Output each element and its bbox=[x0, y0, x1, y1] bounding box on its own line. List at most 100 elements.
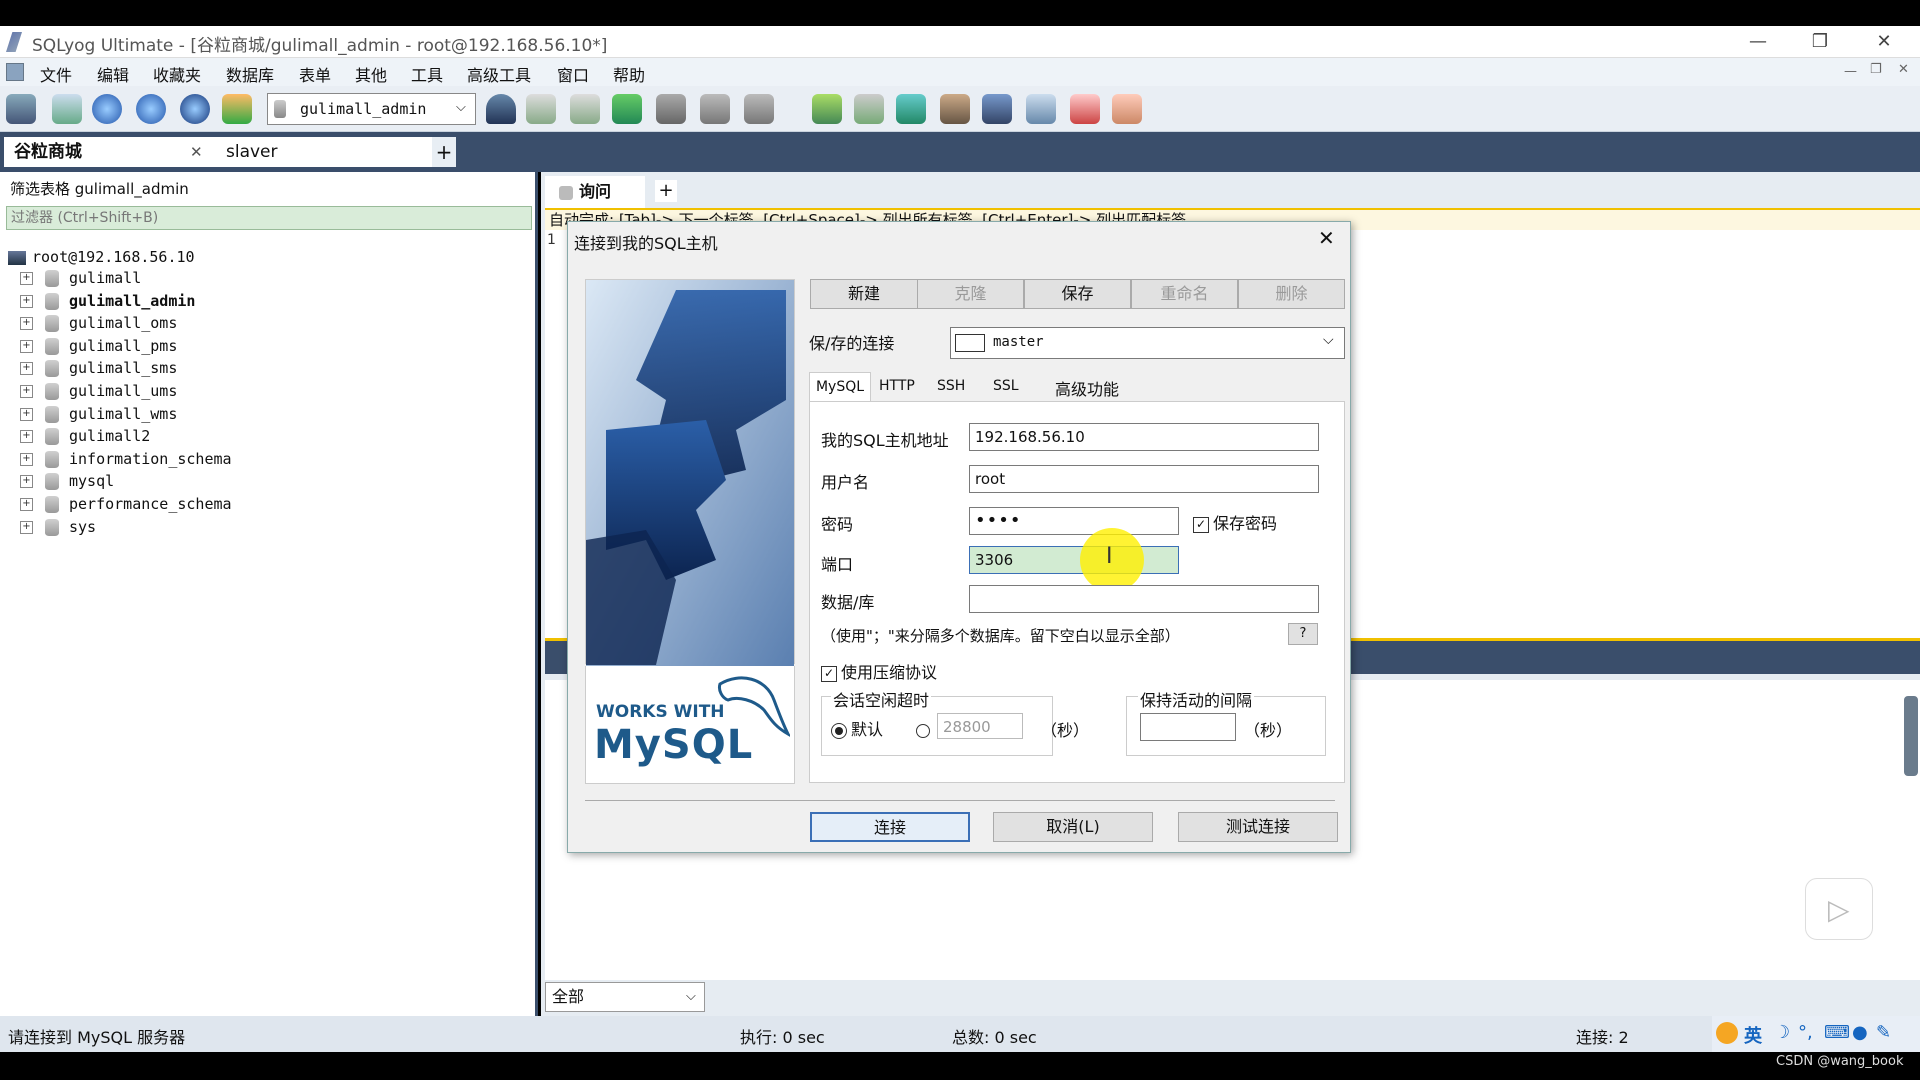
schema-icon[interactable] bbox=[744, 94, 774, 124]
connect-button[interactable]: 连接 bbox=[810, 812, 970, 842]
migration-icon[interactable] bbox=[940, 94, 970, 124]
tab-advanced[interactable]: 高级功能 bbox=[1055, 376, 1119, 400]
menu-advanced-tools[interactable]: 高级工具 bbox=[467, 62, 531, 86]
database-input[interactable] bbox=[969, 585, 1319, 613]
database-node[interactable]: + gulimall2 bbox=[20, 426, 150, 446]
grid-icon[interactable] bbox=[700, 94, 730, 124]
data-sync-icon[interactable] bbox=[896, 94, 926, 124]
database-node[interactable]: + gulimall_sms bbox=[20, 358, 177, 378]
root-node[interactable]: root@192.168.56.10 bbox=[8, 248, 195, 266]
tab-ssl[interactable]: SSL bbox=[993, 378, 1019, 394]
host-input[interactable]: 192.168.56.10 bbox=[969, 423, 1319, 451]
refresh-icon[interactable] bbox=[180, 94, 210, 124]
save-password-checkbox[interactable]: ✓ 保存密码 bbox=[1193, 510, 1277, 534]
video-play-overlay[interactable]: ▷ bbox=[1805, 878, 1873, 940]
expand-icon[interactable]: + bbox=[20, 430, 33, 444]
tab-http[interactable]: HTTP bbox=[879, 378, 915, 394]
menu-tools[interactable]: 工具 bbox=[411, 62, 443, 86]
database-node[interactable]: + information_schema bbox=[20, 449, 232, 469]
expand-icon[interactable]: + bbox=[20, 385, 33, 398]
database-select[interactable]: gulimall_admin ⌵ bbox=[267, 93, 476, 125]
default-radio[interactable]: 默认 bbox=[831, 716, 883, 740]
table-diagram-icon[interactable] bbox=[1070, 94, 1100, 124]
create-database-icon[interactable] bbox=[526, 94, 556, 124]
user-input[interactable]: root bbox=[969, 465, 1319, 493]
database-node[interactable]: + gulimall_ums bbox=[20, 381, 177, 401]
result-filter-select[interactable]: 全部 ⌵ bbox=[545, 982, 705, 1012]
tab-mysql[interactable]: MySQL bbox=[809, 372, 871, 402]
keepalive-input[interactable] bbox=[1140, 713, 1236, 741]
mdi-close-icon[interactable]: ✕ bbox=[1898, 62, 1909, 77]
rename-button[interactable]: 重命名 bbox=[1131, 279, 1238, 309]
add-query-tab-button[interactable]: + bbox=[655, 180, 677, 202]
new-query-icon[interactable] bbox=[52, 94, 82, 124]
expand-icon[interactable]: + bbox=[20, 498, 33, 511]
close-tab-icon[interactable]: ✕ bbox=[190, 137, 203, 167]
database-node[interactable]: + sys bbox=[20, 517, 96, 537]
shapes-icon[interactable] bbox=[222, 94, 252, 124]
schema-designer-icon[interactable] bbox=[1112, 94, 1142, 124]
new-connection-icon[interactable] bbox=[6, 94, 36, 124]
user-manager-icon[interactable] bbox=[486, 94, 516, 124]
conn-tab-gulimall[interactable]: 谷粒商城 ✕ bbox=[4, 137, 220, 167]
database-node[interactable]: + gulimall_oms bbox=[20, 313, 177, 333]
query-builder-icon[interactable] bbox=[982, 94, 1012, 124]
expand-icon[interactable]: + bbox=[20, 475, 33, 489]
menu-database[interactable]: 数据库 bbox=[226, 62, 274, 86]
sync-icon[interactable] bbox=[812, 94, 842, 124]
database-node[interactable]: + gulimall_pms bbox=[20, 336, 177, 356]
compress-checkbox[interactable]: ✓ 使用压缩协议 bbox=[821, 659, 937, 683]
ime-logo-icon[interactable] bbox=[1716, 1022, 1738, 1044]
port-input[interactable]: 3306 bbox=[969, 546, 1179, 574]
menu-table[interactable]: 表单 bbox=[299, 62, 331, 86]
clone-button[interactable]: 克隆 bbox=[917, 279, 1024, 309]
custom-timeout-radio[interactable] bbox=[916, 723, 930, 738]
mdi-minimize-icon[interactable]: — bbox=[1844, 64, 1857, 79]
query-tab[interactable]: 询问 bbox=[545, 176, 645, 208]
punctuation-icon[interactable]: °, bbox=[1798, 1022, 1813, 1043]
timeout-input[interactable]: 28800 bbox=[937, 713, 1023, 739]
tab-ssh[interactable]: SSH bbox=[937, 378, 965, 394]
execute-all-icon[interactable] bbox=[136, 94, 166, 124]
saved-connection-select[interactable]: master ⌵ bbox=[950, 327, 1345, 359]
keyboard-icon[interactable]: ⌨ bbox=[1824, 1022, 1850, 1043]
ime-lang[interactable]: 英 bbox=[1744, 1022, 1762, 1048]
close-window-button[interactable]: ✕ bbox=[1864, 29, 1904, 55]
expand-icon[interactable]: + bbox=[20, 294, 33, 308]
database-node[interactable]: + mysql bbox=[20, 471, 114, 491]
help-button[interactable]: ? bbox=[1288, 623, 1318, 645]
restore-button[interactable]: ❐ bbox=[1800, 29, 1840, 55]
database-node[interactable]: + performance_schema bbox=[20, 494, 232, 514]
backup-icon[interactable] bbox=[656, 94, 686, 124]
expand-icon[interactable]: + bbox=[20, 520, 33, 534]
expand-icon[interactable]: + bbox=[20, 339, 33, 353]
menu-window[interactable]: 窗口 bbox=[557, 62, 589, 86]
expand-icon[interactable]: + bbox=[20, 272, 33, 285]
menu-help[interactable]: 帮助 bbox=[613, 62, 645, 86]
user-icon[interactable]: ● bbox=[1852, 1022, 1868, 1043]
create-table-icon[interactable] bbox=[570, 94, 600, 124]
expand-icon[interactable]: + bbox=[20, 317, 33, 331]
moon-icon[interactable]: ☽ bbox=[1774, 1022, 1790, 1043]
new-button[interactable]: 新建 bbox=[810, 279, 918, 309]
database-node[interactable]: + gulimall_wms bbox=[20, 404, 177, 424]
cancel-button[interactable]: 取消(L) bbox=[993, 812, 1153, 842]
save-button[interactable]: 保存 bbox=[1024, 279, 1131, 309]
expand-icon[interactable]: + bbox=[20, 362, 33, 376]
menu-other[interactable]: 其他 bbox=[355, 62, 387, 86]
test-connection-button[interactable]: 测试连接 bbox=[1178, 812, 1338, 842]
password-input[interactable]: •••• bbox=[969, 507, 1179, 535]
execute-icon[interactable] bbox=[92, 94, 122, 124]
menu-file[interactable]: 文件 bbox=[40, 62, 72, 86]
import-icon[interactable] bbox=[612, 94, 642, 124]
menu-favorites[interactable]: 收藏夹 bbox=[153, 62, 201, 86]
scroll-handle[interactable] bbox=[1904, 696, 1918, 776]
sql-scheduler-icon[interactable] bbox=[854, 94, 884, 124]
monitor-icon[interactable] bbox=[1026, 94, 1056, 124]
filter-input[interactable]: 过滤器 (Ctrl+Shift+B) bbox=[6, 206, 532, 230]
mdi-restore-icon[interactable]: ❐ bbox=[1870, 62, 1882, 77]
minimize-button[interactable]: — bbox=[1738, 29, 1778, 55]
conn-tab-slaver[interactable]: slaver bbox=[216, 137, 436, 167]
dialog-close-icon[interactable]: ✕ bbox=[1318, 226, 1335, 250]
delete-button[interactable]: 删除 bbox=[1238, 279, 1345, 309]
